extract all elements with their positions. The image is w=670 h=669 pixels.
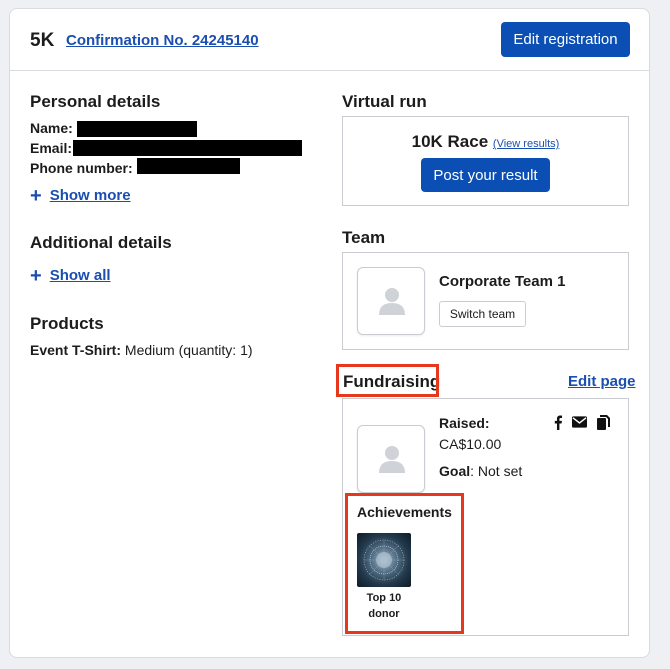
email-row: Email: bbox=[30, 140, 72, 156]
show-all-link[interactable]: + Show all bbox=[30, 264, 111, 287]
show-all-label: Show all bbox=[49, 267, 111, 284]
badge-caption: Top 10 donor bbox=[353, 590, 415, 622]
race-title: 10K Race (View results) bbox=[343, 132, 628, 152]
name-redacted bbox=[77, 121, 197, 137]
additional-details-title: Additional details bbox=[30, 233, 172, 252]
confirmation-link[interactable]: Confirmation No. 24245140 bbox=[66, 32, 259, 49]
goal-row: Goal: Not set bbox=[439, 463, 522, 479]
switch-team-button[interactable]: Switch team bbox=[439, 301, 526, 327]
team-name: Corporate Team 1 bbox=[439, 273, 566, 290]
product-label: Event T-Shirt: bbox=[30, 342, 122, 358]
facebook-icon[interactable] bbox=[553, 415, 563, 433]
email-redacted bbox=[73, 140, 302, 156]
copy-icon[interactable] bbox=[597, 415, 610, 433]
raised-label: Raised: bbox=[439, 415, 490, 431]
email-icon[interactable] bbox=[572, 415, 587, 431]
person-icon bbox=[379, 288, 405, 315]
goal-label: Goal bbox=[439, 463, 471, 479]
personal-details-title: Personal details bbox=[30, 92, 161, 111]
badge-caption-line2: donor bbox=[368, 608, 400, 620]
goal-value: : Not set bbox=[470, 463, 523, 479]
team-title: Team bbox=[342, 228, 386, 247]
virtual-run-box: 10K Race (View results) Post your result bbox=[342, 116, 629, 206]
achievements-title: Achievements bbox=[357, 504, 452, 520]
team-box: Corporate Team 1 Switch team bbox=[342, 252, 629, 350]
post-result-button[interactable]: Post your result bbox=[421, 158, 550, 192]
view-results-link[interactable]: (View results) bbox=[493, 138, 559, 150]
top-donor-badge-image bbox=[357, 533, 411, 587]
show-more-label: Show more bbox=[49, 187, 131, 204]
plus-icon: + bbox=[30, 184, 42, 207]
team-avatar bbox=[357, 267, 425, 335]
fundraising-highlight bbox=[336, 364, 439, 397]
product-item: Event T-Shirt: Medium (quantity: 1) bbox=[30, 342, 253, 358]
virtual-run-title: Virtual run bbox=[342, 92, 427, 111]
registration-card: 5K Confirmation No. 24245140 Edit regist… bbox=[9, 8, 650, 658]
fundraiser-avatar bbox=[357, 425, 425, 493]
phone-redacted bbox=[137, 158, 240, 174]
event-name: 5K bbox=[30, 30, 55, 51]
name-label: Name: bbox=[30, 120, 73, 136]
edit-registration-button[interactable]: Edit registration bbox=[501, 22, 630, 57]
name-row: Name: bbox=[30, 120, 73, 136]
products-title: Products bbox=[30, 314, 104, 333]
plus-icon: + bbox=[30, 264, 42, 287]
raised-value: CA$10.00 bbox=[439, 436, 502, 452]
phone-label: Phone number: bbox=[30, 160, 133, 176]
email-label: Email: bbox=[30, 140, 73, 156]
product-value: Medium (quantity: 1) bbox=[121, 342, 253, 358]
person-icon bbox=[379, 446, 405, 473]
phone-row: Phone number: bbox=[30, 160, 133, 176]
edit-page-link[interactable]: Edit page bbox=[568, 373, 636, 390]
registration-header: 5K Confirmation No. 24245140 Edit regist… bbox=[10, 9, 649, 71]
race-name: 10K Race bbox=[411, 132, 489, 151]
show-more-link[interactable]: + Show more bbox=[30, 184, 131, 207]
badge-caption-line1: Top 10 bbox=[366, 592, 402, 604]
